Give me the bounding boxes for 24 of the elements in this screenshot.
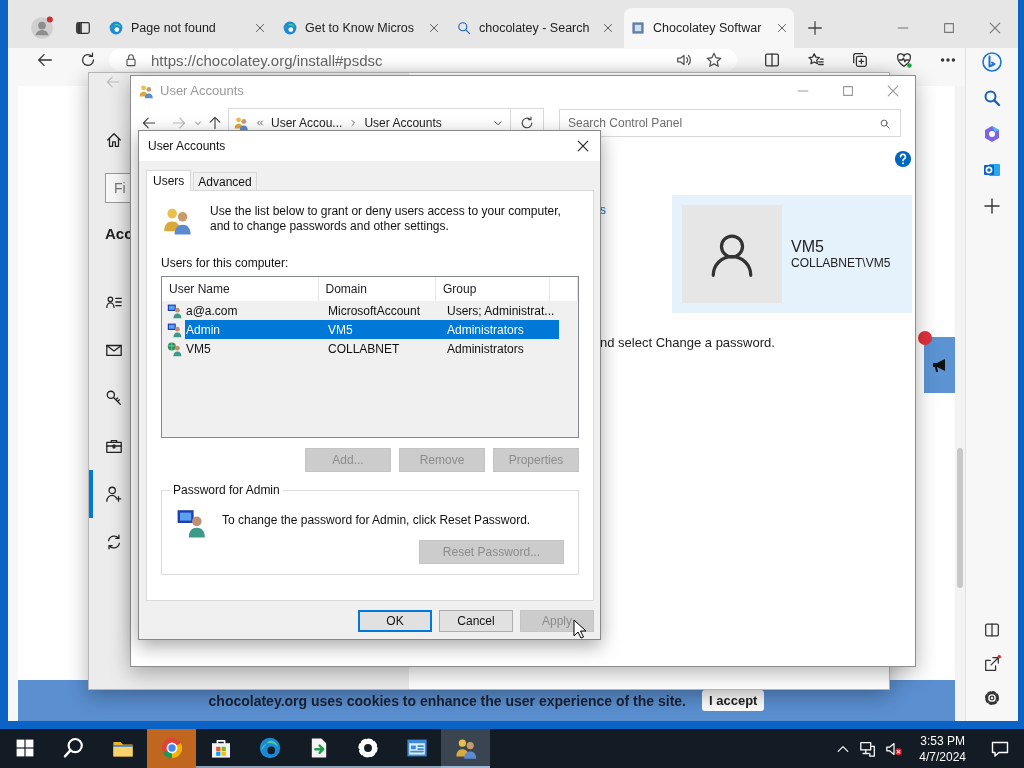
account-name: COLLABNET\VM5 <box>791 256 891 270</box>
tab-title: chocolatey - Search <box>479 21 591 35</box>
tab-title: Page not found <box>131 21 217 35</box>
tab-title: Chocolatey Softwar <box>653 21 763 35</box>
instruction-text: nd select Change a password. <box>600 335 776 350</box>
list-cell-text: VM5 <box>327 322 354 337</box>
cookie-message: chocolatey.org uses cookies to enhance the user experience of the site. <box>208 692 686 709</box>
list-cell-text: MicrosoftAccount <box>327 303 422 318</box>
list-cell-text: Admin <box>185 322 221 337</box>
url-text: https://chocolatey.org/install#psdsc <box>151 51 383 69</box>
group-label: Password for Admin <box>172 483 281 497</box>
tab-title: Get to Know Micros <box>305 21 416 35</box>
password-hint: To change the password for Admin, click Reset Password. <box>222 513 531 527</box>
list-cell-text: COLLABNET <box>327 341 401 356</box>
list-cell-text: Administrators <box>446 341 525 356</box>
list-cell-text: a@a.com <box>185 303 239 318</box>
list-label: Users for this computer: <box>161 256 290 270</box>
list-cell-text: Users; Administrat... <box>446 303 556 318</box>
dialog-title: User Accounts <box>148 139 226 153</box>
list-cell-text: VM5 <box>185 341 212 356</box>
intro-text: Use the list below to grant or deny users access to your computer, and to change passwords and other settings. <box>210 204 562 234</box>
user-name: VM5 <box>791 238 825 256</box>
list-cell-text: Administrators <box>446 322 525 337</box>
window-title: User Accounts <box>160 83 244 98</box>
